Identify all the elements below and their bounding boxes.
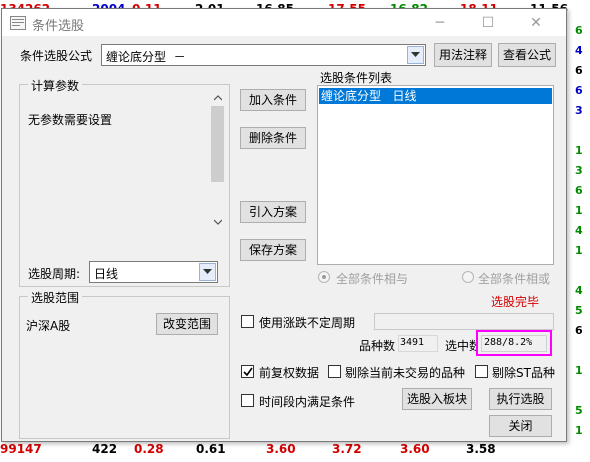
- dialog-titlebar[interactable]: 条件选股 ─ ☐ ✕: [2, 9, 566, 37]
- conditions-list[interactable]: 缠论底分型 日线: [317, 85, 554, 265]
- bg-right-number: 6: [575, 324, 583, 337]
- params-group: 计算参数 无参数需要设置 选股周期: 日线: [19, 77, 230, 287]
- bg-right-number: 6: [575, 24, 583, 37]
- exclude-st-label: 剔除ST品种: [492, 366, 555, 380]
- selected-highlight-box: 288/8.2%: [476, 330, 552, 356]
- execute-button[interactable]: 执行选股: [489, 388, 552, 410]
- save-scheme-button[interactable]: 保存方案: [240, 239, 306, 261]
- exclude-untraded-label: 剔除当前未交易的品种: [345, 366, 466, 380]
- selected-field: 288/8.2%: [481, 335, 547, 352]
- bg-right-number: 6: [575, 84, 583, 97]
- close-button[interactable]: 关闭: [489, 415, 552, 437]
- formula-select-value: 缠论底分型 －: [106, 50, 186, 64]
- bg-cell: 0.28: [134, 442, 164, 456]
- minimize-icon[interactable]: ─: [432, 15, 448, 31]
- time-period-label: 时间段内满足条件: [259, 395, 356, 409]
- selected-value: 288/8.2%: [484, 337, 533, 348]
- radio-or[interactable]: [462, 271, 474, 283]
- bg-right-number: 1: [575, 244, 583, 257]
- params-scrollbar[interactable]: [210, 93, 225, 229]
- period-select-value: 日线: [94, 267, 119, 281]
- bg-bottom-row: 99147 422 0.28 0.61 3.60 3.72 3.60 3.58: [0, 440, 590, 460]
- bg-right-number: 1: [575, 144, 583, 157]
- change-range-button[interactable]: 改变范围: [156, 313, 218, 335]
- chevron-down-icon[interactable]: [199, 263, 216, 281]
- count-label: 品种数: [359, 339, 396, 353]
- period-select[interactable]: 日线: [89, 261, 218, 283]
- app-icon: [10, 16, 26, 30]
- maximize-icon[interactable]: ☐: [480, 15, 496, 31]
- bg-right-number: 1: [575, 364, 583, 377]
- bg-right-number: 4: [575, 224, 583, 237]
- scroll-down-icon[interactable]: [214, 219, 222, 225]
- add-condition-button[interactable]: 加入条件: [240, 89, 306, 111]
- view-formula-button[interactable]: 查看公式: [498, 43, 556, 67]
- bg-cell: 0.61: [196, 442, 226, 456]
- params-text: 无参数需要设置: [28, 113, 113, 127]
- check-icon: [243, 367, 253, 377]
- exclude-untraded-checkbox[interactable]: [328, 365, 341, 378]
- bg-right-number: 4: [575, 284, 583, 297]
- params-group-title: 计算参数: [28, 77, 83, 94]
- usage-notes-button[interactable]: 用法注释: [434, 43, 492, 67]
- count-value: 3491: [400, 337, 425, 348]
- bg-right-number: 1: [575, 424, 583, 437]
- formula-select[interactable]: 缠论底分型 －: [101, 44, 426, 66]
- period-label: 选股周期:: [28, 267, 81, 281]
- range-group-title: 选股范围: [28, 289, 83, 306]
- period-range-field[interactable]: [374, 313, 554, 330]
- bg-cell: 3.72: [332, 442, 362, 456]
- scroll-up-icon[interactable]: [214, 95, 222, 101]
- delete-condition-button[interactable]: 删除条件: [240, 127, 306, 149]
- range-text: 沪深A股: [26, 319, 71, 333]
- bg-right-number: 6: [575, 64, 583, 77]
- bg-right-number: 4: [575, 44, 583, 57]
- scroll-thumb[interactable]: [211, 106, 224, 182]
- use-period-checkbox[interactable]: [241, 315, 254, 328]
- radio-and-label: 全部条件相与: [336, 272, 409, 286]
- condition-item[interactable]: 缠论底分型 日线: [319, 88, 552, 104]
- bg-cell: 99147: [0, 442, 42, 456]
- bg-right-number: 6: [575, 184, 583, 197]
- prev-restore-label: 前复权数据: [259, 366, 320, 380]
- radio-or-label: 全部条件相或: [478, 272, 551, 286]
- formula-label: 条件选股公式: [20, 49, 93, 63]
- radio-and[interactable]: [318, 271, 330, 283]
- exclude-st-checkbox[interactable]: [475, 365, 488, 378]
- status-text: 选股完毕: [491, 295, 540, 309]
- bg-cell: 3.60: [400, 442, 430, 456]
- chevron-down-icon[interactable]: [407, 46, 424, 64]
- prev-restore-checkbox[interactable]: [241, 365, 254, 378]
- range-group: 选股范围 沪深A股 改变范围: [19, 289, 230, 439]
- import-scheme-button[interactable]: 引入方案: [240, 201, 306, 223]
- bg-right-number: 1: [575, 204, 583, 217]
- condition-stock-dialog: 条件选股 ─ ☐ ✕ 条件选股公式 缠论底分型 － 用法注释 查看公式 计算参数…: [1, 8, 567, 442]
- close-icon[interactable]: ✕: [528, 15, 544, 31]
- dialog-title: 条件选股: [32, 19, 85, 34]
- conditions-list-label: 选股条件列表: [320, 71, 393, 85]
- to-block-button[interactable]: 选股入板块: [402, 388, 472, 410]
- bg-right-number: 5: [575, 304, 583, 317]
- bg-cell: 422: [92, 442, 118, 456]
- bg-right-number: 3: [575, 104, 583, 117]
- bg-cell: 3.60: [266, 442, 296, 456]
- bg-right-number: 3: [575, 164, 583, 177]
- use-period-label: 使用涨跌不定周期: [259, 316, 356, 330]
- bg-right-number: 5: [575, 404, 583, 417]
- count-field: 3491: [398, 335, 438, 352]
- bg-cell: 3.58: [466, 442, 496, 456]
- time-period-checkbox[interactable]: [241, 394, 254, 407]
